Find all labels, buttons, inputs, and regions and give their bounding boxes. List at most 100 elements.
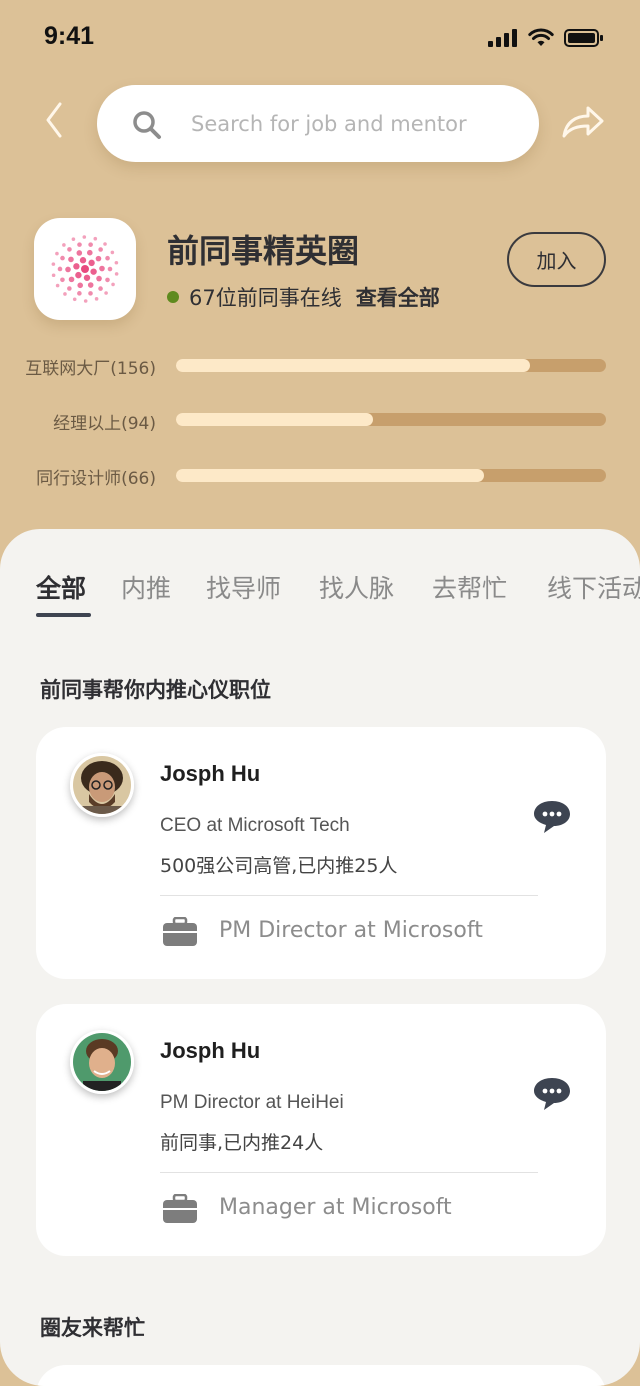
tab-referral[interactable]: 内推 [121, 569, 171, 605]
stat-bar-fill [176, 359, 531, 372]
tab-find-network[interactable]: 找人脉 [319, 569, 394, 605]
logo-dot [63, 292, 67, 296]
person-role: CEO at Microsoft Tech [160, 815, 350, 836]
avatar-image [73, 756, 131, 814]
logo-dot [104, 291, 108, 295]
person-name: Josph Hu [160, 761, 261, 786]
logo-dot [94, 297, 99, 301]
card-divider [160, 1172, 538, 1173]
search-icon [133, 111, 161, 139]
join-button[interactable]: 加入 [507, 232, 606, 287]
logo-dot [95, 255, 102, 262]
logo-dot [55, 283, 60, 288]
logo-dot [51, 262, 56, 266]
logo-dot [79, 257, 87, 264]
avatar-image [73, 1033, 131, 1091]
logo-dot [73, 263, 80, 270]
logo-dot [83, 274, 91, 281]
logo-dot [99, 265, 105, 272]
content-sheet: 全部 内推 找导师 找人脉 去帮忙 线下活动 前同事帮你内推心仪职位 Josph… [0, 529, 640, 1386]
group-logo-icon [51, 235, 119, 303]
logo-dot [93, 236, 98, 241]
help-card[interactable] [36, 1365, 606, 1386]
logo-dot [86, 249, 93, 256]
logo-dot [114, 272, 119, 276]
view-all-link[interactable]: 查看全部 [356, 282, 440, 312]
logo-dot [82, 235, 87, 239]
logo-dot [68, 256, 74, 263]
card-divider [160, 895, 538, 896]
logo-dot [88, 291, 93, 296]
logo-dot [51, 273, 56, 278]
online-status-dot [167, 291, 179, 303]
person-role: PM Director at HeiHei [160, 1092, 344, 1113]
stat-bar-fill [176, 469, 484, 482]
tab-help-out[interactable]: 去帮忙 [432, 569, 507, 605]
logo-dot [98, 286, 103, 291]
logo-dot [81, 265, 89, 273]
section-title-help: 圈友来帮忙 [40, 1316, 145, 1340]
stat-bar [176, 413, 606, 426]
wifi-icon [528, 28, 554, 46]
person-description: 500强公司高管,已内推25人 [160, 855, 398, 877]
briefcase-icon [163, 917, 197, 946]
logo-dot [55, 251, 59, 256]
search-bar[interactable] [97, 85, 539, 162]
group-logo [34, 218, 136, 320]
logo-dot [98, 247, 103, 252]
person-description: 前同事,已内推24人 [160, 1132, 324, 1154]
job-title: Manager at Microsoft [219, 1195, 452, 1220]
person-name: Josph Hu [160, 1038, 261, 1063]
logo-dot [65, 266, 71, 273]
search-input[interactable] [191, 105, 521, 143]
logo-dot [60, 255, 65, 261]
share-button[interactable] [560, 102, 606, 142]
status-time: 9:41 [44, 22, 95, 50]
stat-bar-fill [176, 413, 373, 426]
avatar[interactable] [70, 753, 134, 817]
logo-dot [62, 243, 66, 247]
tab-all[interactable]: 全部 [36, 569, 86, 605]
logo-dot [75, 271, 82, 279]
online-count: 67位前同事在线 [189, 286, 342, 310]
avatar[interactable] [70, 1030, 134, 1094]
logo-dot [72, 297, 77, 302]
briefcase-icon [163, 1194, 197, 1223]
stat-bar [176, 359, 606, 372]
battery-icon [564, 29, 603, 47]
section-title-referral: 前同事帮你内推心仪职位 [40, 678, 271, 702]
chat-bubble-icon[interactable] [532, 799, 572, 835]
back-button[interactable] [40, 98, 70, 142]
chat-bubble-icon[interactable] [532, 1076, 572, 1112]
stat-label: 互联网大厂(156) [25, 359, 156, 379]
job-title: PM Director at Microsoft [219, 918, 483, 943]
referral-card[interactable]: Josph Hu CEO at Microsoft Tech 500强公司高管,… [36, 727, 606, 979]
group-title: 前同事精英圈 [167, 232, 360, 270]
logo-dot [103, 242, 107, 246]
stat-label: 经理以上(94) [53, 414, 156, 434]
logo-dot [88, 259, 95, 267]
tab-offline-events[interactable]: 线下活动 [547, 569, 640, 605]
logo-dot [60, 277, 65, 283]
status-icons [488, 28, 604, 48]
logo-dot [77, 282, 84, 289]
logo-dot [111, 282, 115, 287]
referral-card[interactable]: Josph Hu PM Director at HeiHei 前同事,已内推24… [36, 1004, 606, 1256]
stat-label: 同行设计师(66) [36, 469, 156, 489]
logo-dot [88, 242, 93, 247]
logo-dot [110, 250, 115, 255]
logo-dot [67, 247, 72, 252]
chevron-left-icon [46, 102, 62, 138]
app-screen: 9:41 Search for job and mentor 前同事精英圈 67… [0, 0, 640, 1386]
online-row: 67位前同事在线 查看全部 [167, 282, 440, 312]
logo-dot [68, 276, 75, 283]
logo-dot [83, 299, 88, 303]
logo-dot [90, 268, 97, 275]
cellular-signal-icon [488, 29, 517, 47]
logo-dot [57, 266, 63, 272]
logo-dot [67, 286, 72, 291]
stat-bar [176, 469, 606, 482]
logo-dot [77, 291, 82, 296]
tab-find-mentor[interactable]: 找导师 [206, 569, 281, 605]
active-tab-indicator [36, 613, 91, 617]
